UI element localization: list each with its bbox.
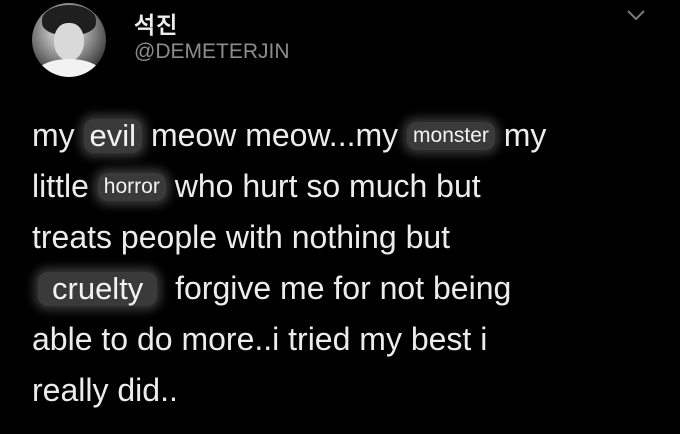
tweet-card: 석진 @DEMETERJIN my evil meow meow...my mo… bbox=[0, 0, 680, 434]
text-segment: forgive me for not being bbox=[157, 270, 512, 306]
avatar[interactable] bbox=[32, 3, 106, 77]
highlight-monster: monster bbox=[407, 122, 495, 150]
tweet-line-1: my evil meow meow...my monster my bbox=[32, 110, 672, 161]
tweet-line-3: treats people with nothing but bbox=[32, 219, 451, 255]
highlight-cruelty: cruelty bbox=[38, 272, 158, 306]
avatar-shoulders bbox=[36, 59, 102, 77]
tweet-line-4: cruelty forgive me for not being bbox=[32, 263, 672, 314]
tweet-text: my evil meow meow...my monster my little… bbox=[32, 110, 672, 416]
highlight-evil: evil bbox=[83, 119, 143, 153]
tweet-line-6: really did.. bbox=[32, 372, 178, 408]
highlight-horror: horror bbox=[97, 173, 166, 201]
tweet-line-5: able to do more..i tried my best i bbox=[32, 321, 488, 357]
avatar-face bbox=[54, 23, 84, 61]
tweet-line-2: little horror who hurt so much but bbox=[32, 161, 672, 212]
chevron-down-icon[interactable] bbox=[626, 8, 646, 22]
text-segment: meow meow...my bbox=[142, 117, 408, 153]
text-segment: my bbox=[494, 117, 547, 153]
display-name[interactable]: 석진 bbox=[134, 6, 178, 40]
text-segment: my bbox=[32, 117, 84, 153]
text-segment: who hurt so much but bbox=[165, 168, 481, 204]
user-handle[interactable]: @DEMETERJIN bbox=[134, 40, 290, 64]
text-segment: little bbox=[32, 168, 98, 204]
